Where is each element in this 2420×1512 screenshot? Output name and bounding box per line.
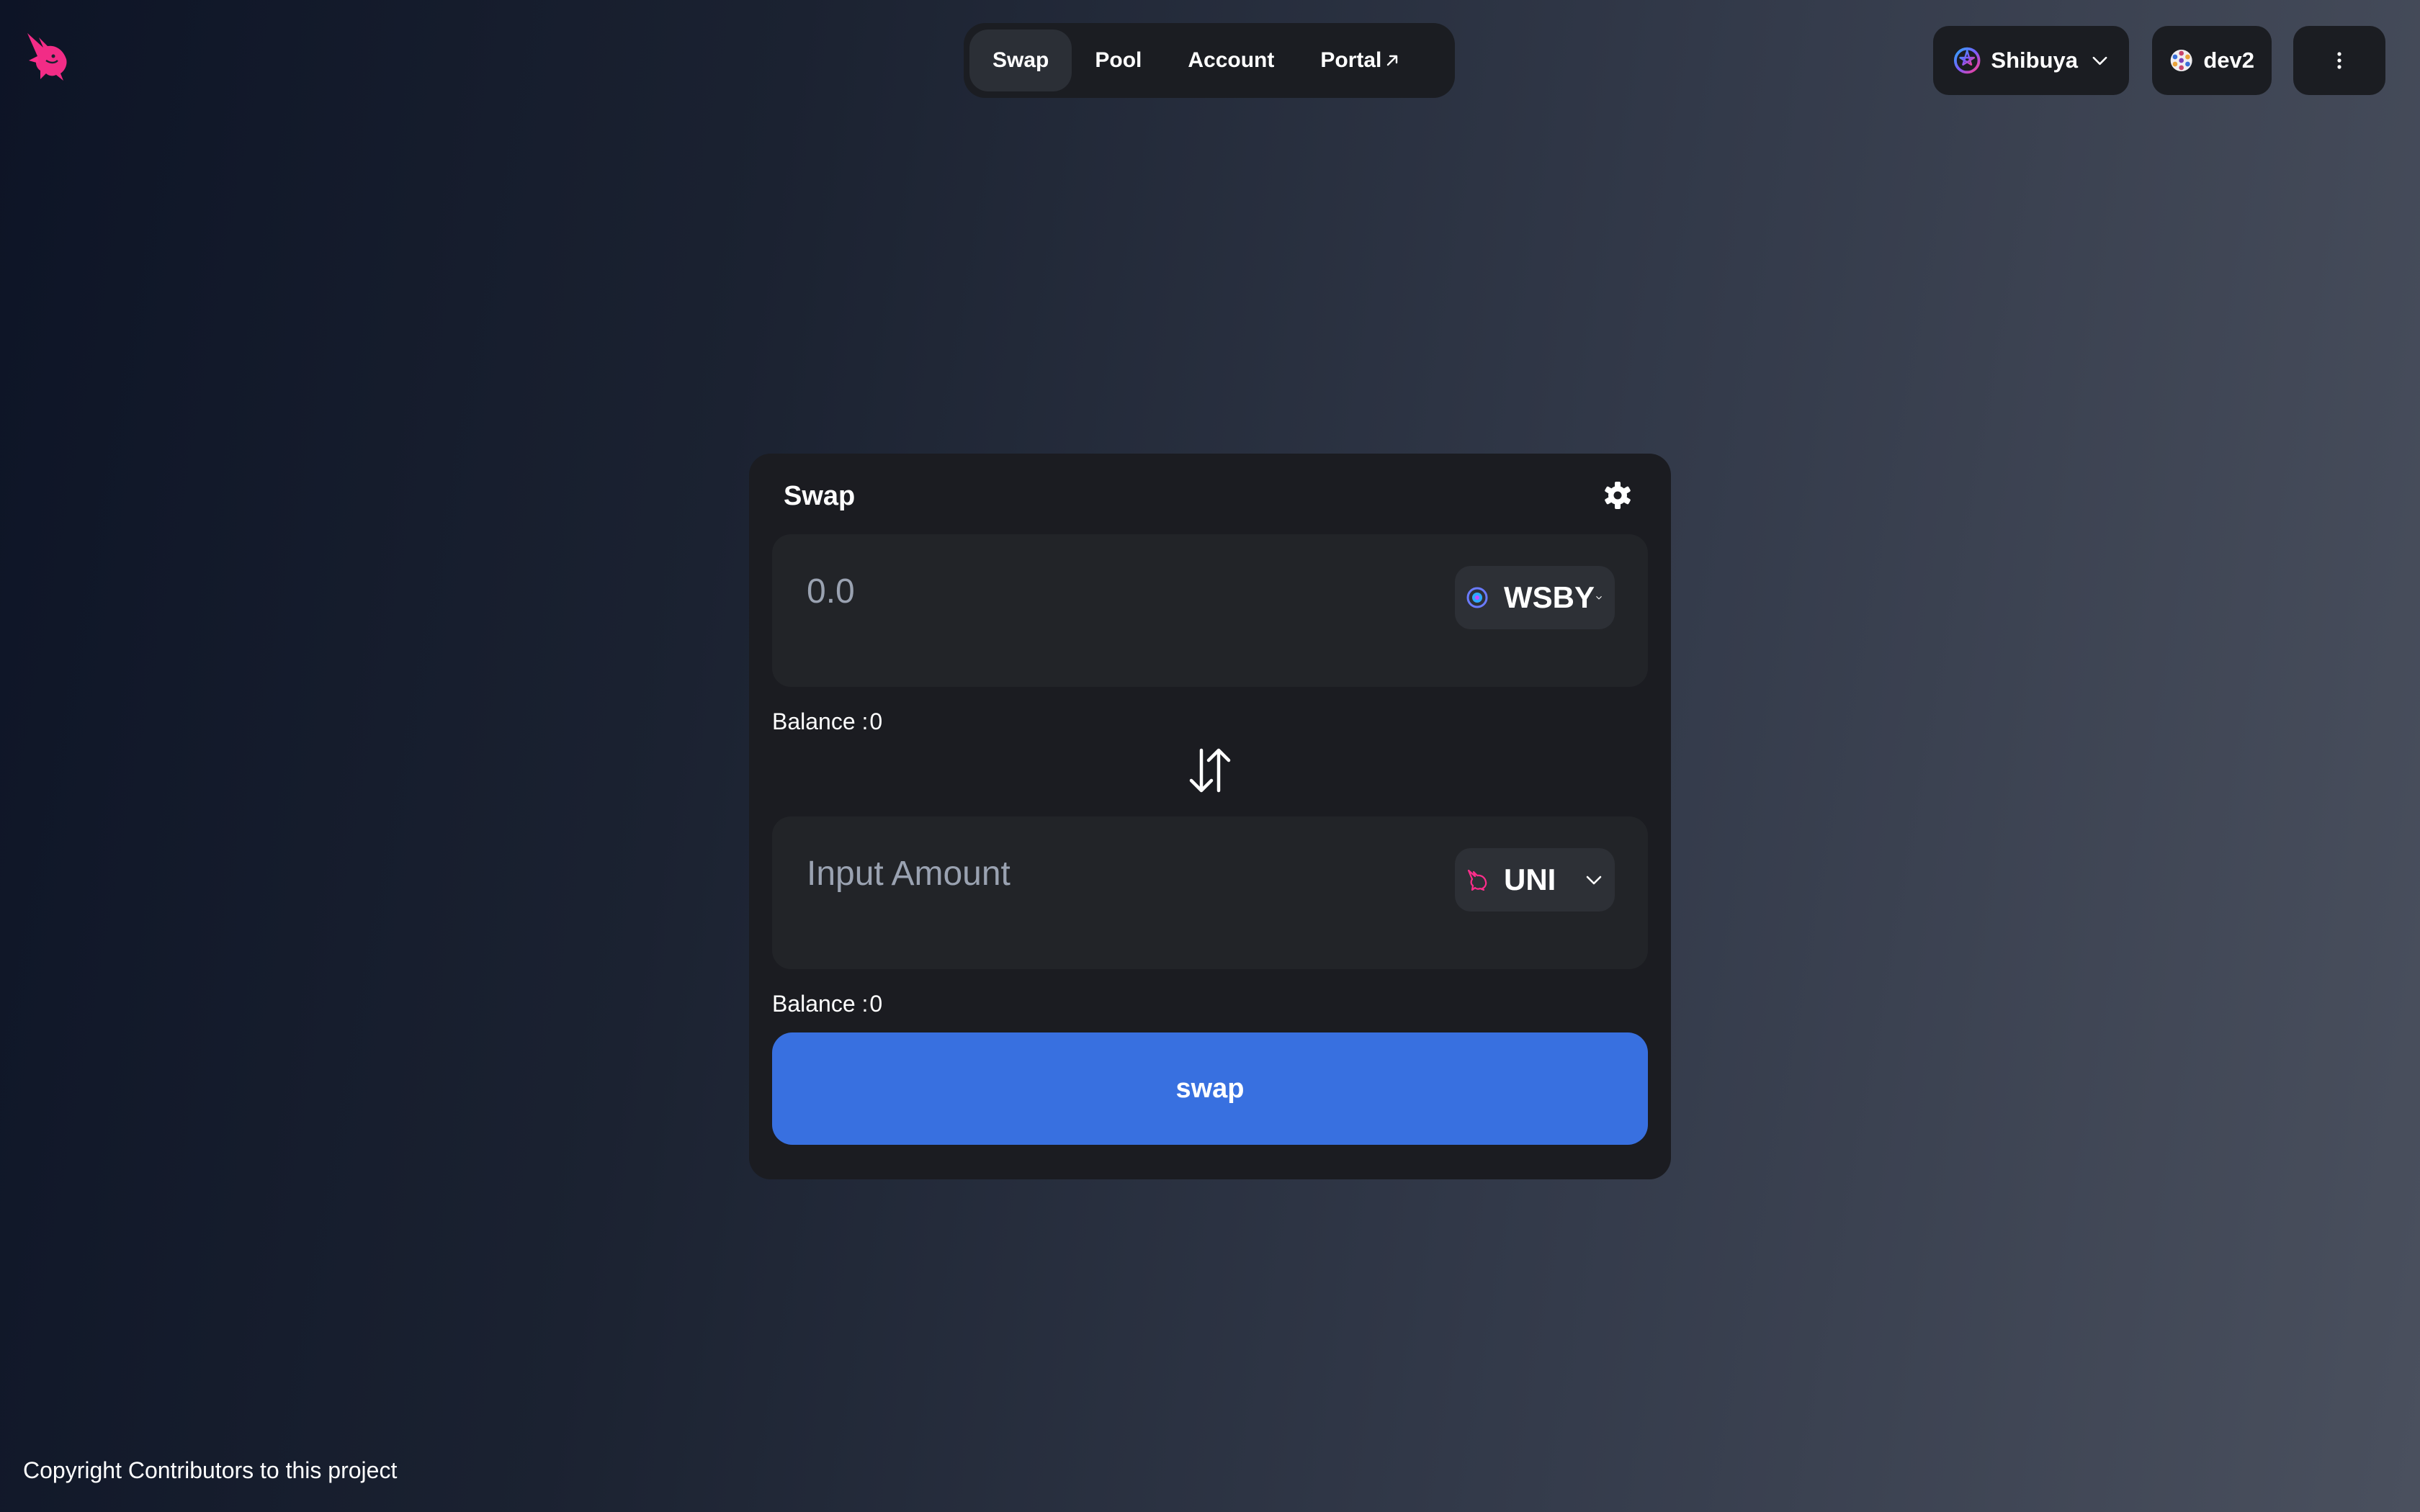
from-token-label: WSBY <box>1504 580 1595 614</box>
to-balance-value: 0 <box>869 991 883 1017</box>
more-menu-button[interactable] <box>2293 26 2385 95</box>
from-balance-value: 0 <box>869 708 883 734</box>
to-balance-label: Balance : <box>772 991 869 1017</box>
to-amount-input[interactable] <box>807 848 1354 899</box>
tab-account[interactable]: Account <box>1165 30 1297 91</box>
swap-arrows-icon[interactable] <box>1181 742 1239 799</box>
tab-swap-label: Swap <box>992 48 1049 72</box>
tab-pool[interactable]: Pool <box>1072 30 1165 91</box>
network-selector[interactable]: Shibuya <box>1933 26 2129 95</box>
gear-icon[interactable] <box>1603 481 1632 510</box>
uni-token-icon <box>1467 869 1487 891</box>
tab-portal-label: Portal <box>1320 48 1382 72</box>
to-balance: Balance :0 <box>772 991 882 1017</box>
account-label: dev2 <box>2203 48 2254 73</box>
chevron-down-icon <box>2092 56 2107 66</box>
tab-pool-label: Pool <box>1095 48 1142 72</box>
footer-copyright: Copyright Contributors to this project <box>23 1457 398 1483</box>
swap-card: Swap WSBY Balance :0 <box>749 454 1671 1179</box>
to-token-panel: UNI <box>772 816 1648 969</box>
from-token-panel: WSBY <box>772 534 1648 687</box>
to-token-selector[interactable]: UNI <box>1455 848 1615 912</box>
account-avatar-icon <box>2170 50 2192 71</box>
tab-swap[interactable]: Swap <box>969 30 1072 91</box>
wsby-token-icon <box>1466 587 1488 608</box>
from-balance-label: Balance : <box>772 708 869 734</box>
to-token-label: UNI <box>1504 863 1556 896</box>
unicorn-logo-icon[interactable] <box>24 32 71 84</box>
account-button[interactable]: dev2 <box>2152 26 2272 95</box>
chevron-down-icon <box>1586 876 1602 885</box>
main-nav: Swap Pool Account Portal <box>964 23 1455 98</box>
swap-card-title: Swap <box>784 481 856 511</box>
external-link-icon <box>1387 55 1398 66</box>
network-label: Shibuya <box>1991 48 2079 73</box>
from-token-selector[interactable]: WSBY <box>1455 566 1615 629</box>
vertical-dots-icon <box>2337 52 2341 69</box>
chevron-down-icon <box>1596 596 1602 600</box>
from-amount-input[interactable] <box>807 566 1354 616</box>
swap-button[interactable]: swap <box>772 1032 1648 1145</box>
from-balance: Balance :0 <box>772 708 882 735</box>
astar-network-icon <box>1953 47 1981 74</box>
tab-portal[interactable]: Portal <box>1297 30 1422 91</box>
tab-account-label: Account <box>1188 48 1275 72</box>
